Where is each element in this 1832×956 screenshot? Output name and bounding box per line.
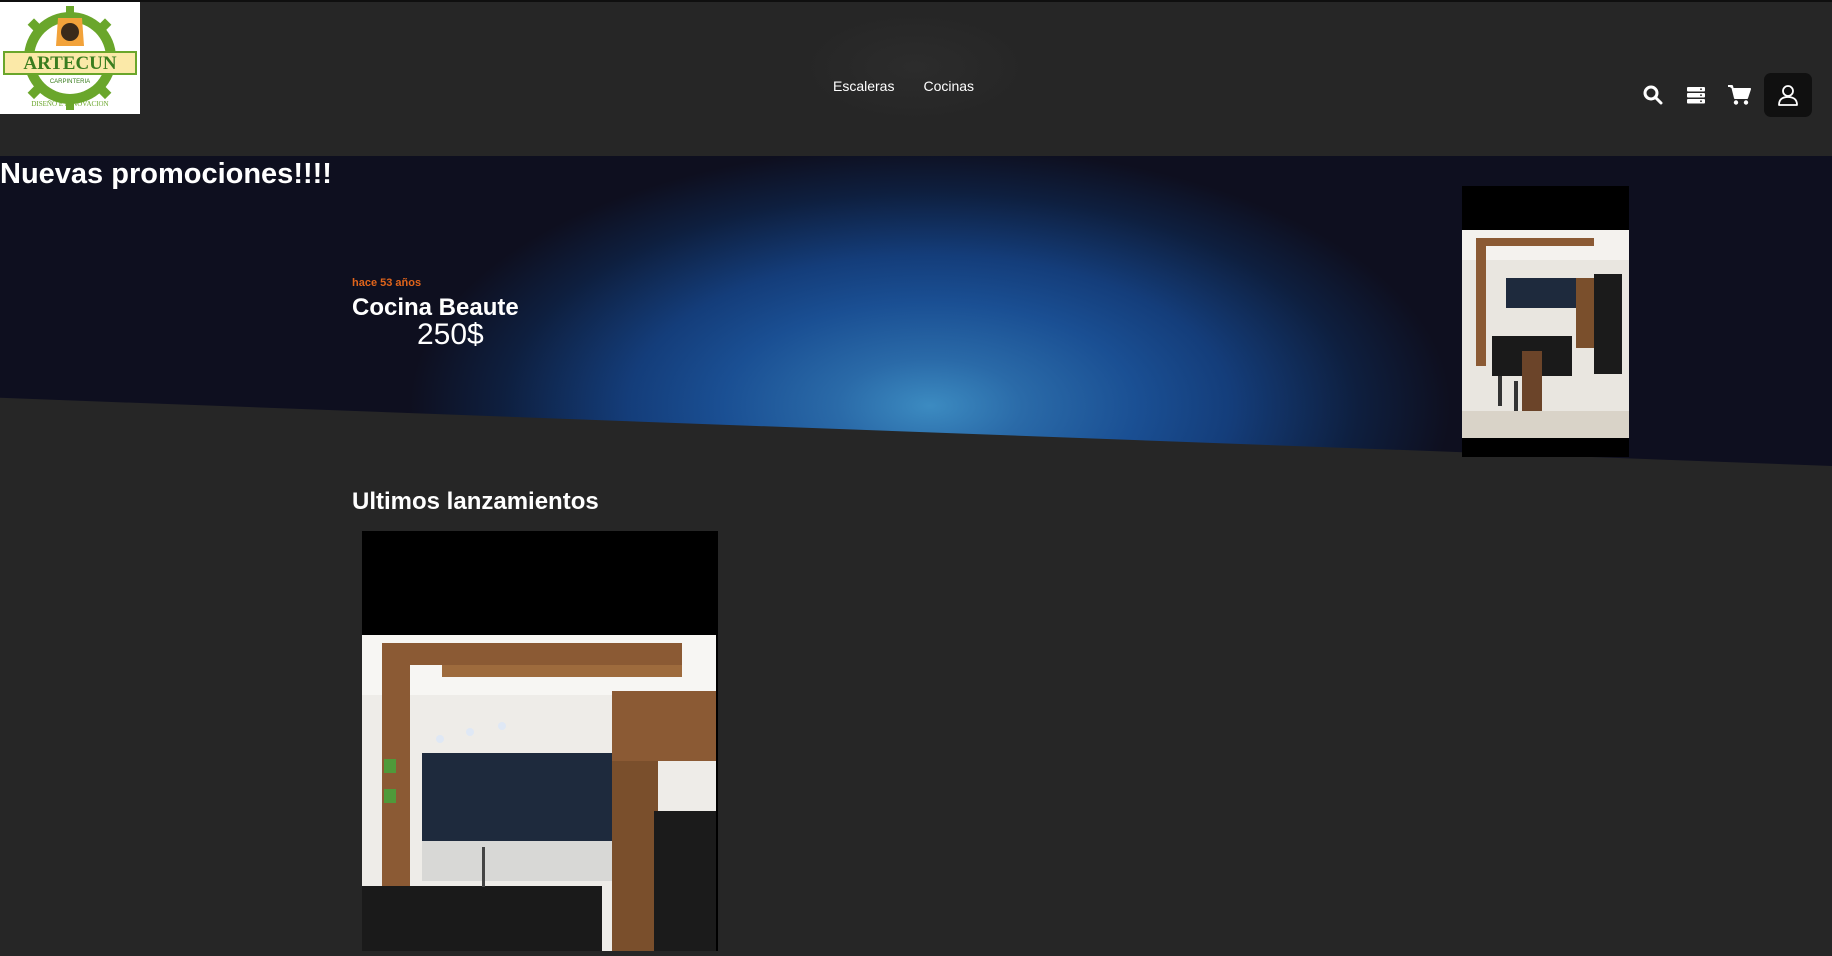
- main-nav: Escaleras Cocinas: [833, 78, 974, 94]
- promo-date: hace 53 años: [352, 277, 422, 289]
- product-card[interactable]: [362, 531, 718, 951]
- site-logo[interactable]: ARTECUN CARPINTERIA DISEÑO E INNOVACION: [0, 2, 140, 114]
- logo-tagline: DISEÑO E INNOVACION: [31, 100, 108, 108]
- nav-item-escaleras[interactable]: Escaleras: [833, 78, 894, 94]
- cart-icon: [1728, 85, 1751, 105]
- logo-sub: CARPINTERIA: [50, 79, 90, 85]
- cart-button[interactable]: [1724, 80, 1754, 110]
- search-icon: [1643, 85, 1663, 105]
- product-image: [362, 635, 716, 951]
- user-icon: [1778, 85, 1798, 106]
- latest-section-title: Ultimos lanzamientos: [352, 488, 599, 515]
- promo-price: 250$: [417, 318, 484, 351]
- nav-item-cocinas[interactable]: Cocinas: [923, 78, 974, 94]
- server-button[interactable]: [1681, 80, 1711, 110]
- header-actions: [1625, 73, 1812, 117]
- logo-brand: ARTECUN: [23, 53, 117, 74]
- search-button[interactable]: [1638, 80, 1668, 110]
- user-account-button[interactable]: [1764, 73, 1812, 117]
- promo-product-image[interactable]: [1462, 186, 1629, 457]
- server-icon: [1687, 87, 1705, 104]
- nav-glow: [800, 12, 1030, 122]
- promo-section-title: Nuevas promociones!!!!: [0, 158, 332, 190]
